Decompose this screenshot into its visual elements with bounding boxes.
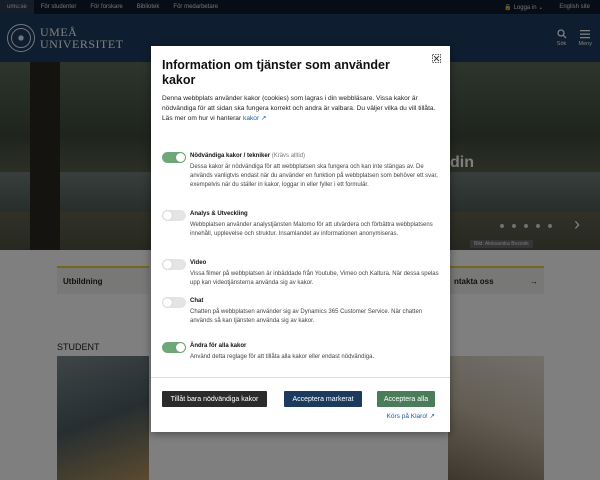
option-title: Nödvändiga kakor / tekniker — [190, 153, 271, 159]
external-link-icon: ↗ — [427, 413, 435, 420]
accept-all-button[interactable]: Acceptera alla — [377, 391, 435, 407]
option-necessary-desc: Dessa kakor är nödvändiga för att webbpl… — [190, 164, 438, 188]
option-all-desc: Använd detta reglage för att tillåta all… — [190, 354, 375, 360]
cookies-info-link[interactable]: kakor — [243, 115, 259, 122]
option-analytics-title: Analys & Utveckling — [190, 211, 248, 217]
toggle-video[interactable] — [162, 259, 186, 270]
dialog-intro: Denna webbplats använder kakor (cookies)… — [162, 94, 440, 124]
close-icon[interactable] — [431, 54, 441, 64]
option-analytics-desc: Webbplatsen använder analystjänsten Mato… — [190, 222, 433, 237]
option-video-desc: Vissa filmer på webbplatsen är inbäddade… — [190, 271, 439, 286]
toggle-all[interactable] — [162, 342, 186, 353]
klaro-link[interactable]: Körs på Klaro! ↗ — [387, 412, 435, 420]
option-video-title: Video — [190, 260, 207, 266]
dialog-title: Information om tjänster som använder kak… — [162, 58, 390, 87]
required-label: (Krävs alltid) — [271, 153, 306, 159]
accept-selected-button[interactable]: Acceptera markerat — [284, 391, 362, 407]
option-chat-title: Chat — [190, 298, 204, 304]
option-chat-desc: Chatten på webbplatsen använder sig av D… — [190, 309, 423, 324]
toggle-analytics[interactable] — [162, 210, 186, 221]
allow-necessary-button[interactable]: Tillåt bara nödvändiga kakor — [162, 391, 267, 407]
cookie-consent-dialog: Information om tjänster som använder kak… — [151, 46, 450, 432]
dialog-divider — [151, 377, 450, 378]
klaro-label: Körs på Klaro! — [386, 413, 428, 420]
option-necessary-title: Nödvändiga kakor / tekniker (Krävs allti… — [190, 153, 305, 159]
toggle-necessary[interactable] — [162, 152, 186, 163]
intro-text: Denna webbplats använder kakor (cookies)… — [162, 95, 436, 122]
toggle-chat[interactable] — [162, 297, 186, 308]
external-link-icon: ↗ — [259, 115, 267, 122]
option-all-title: Ändra för alla kakor — [190, 343, 247, 349]
